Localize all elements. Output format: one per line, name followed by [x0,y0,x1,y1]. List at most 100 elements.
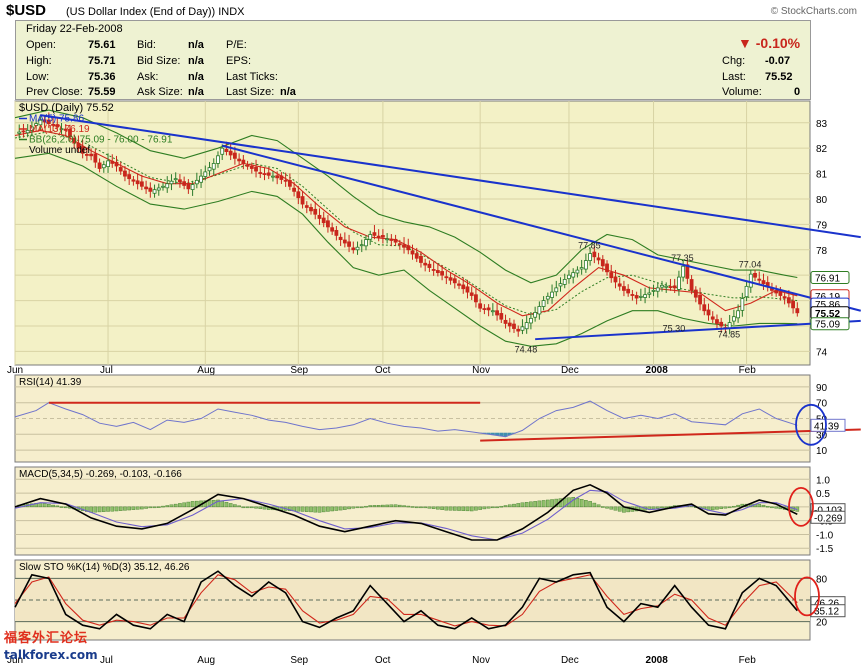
candle-body [127,174,132,180]
macd-histogram-bar [537,500,542,508]
macd-histogram-bar [613,506,618,511]
macd-histogram-bar [233,504,237,508]
macd-y-tick: -1.0 [816,530,834,541]
candle-body [778,291,783,296]
macd-histogram-bar [541,500,546,508]
candle-body [275,175,280,179]
macd-histogram-bar [42,503,47,508]
price-annotation: 74.48 [515,345,538,355]
candle-body [435,270,440,274]
candle-body [681,265,686,278]
macd-histogram-bar [533,501,537,508]
macd-histogram-bar [491,506,495,509]
candle-body [550,291,554,298]
candle-body [279,175,284,180]
sto-y-tick: 20 [816,618,828,629]
macd-histogram-bar [51,504,55,508]
price-y-tick: 81 [816,170,828,181]
macd-histogram-bar [617,506,622,512]
macd-histogram-bar [296,506,301,512]
macd-histogram-bar [406,505,411,508]
rsi-y-tick: 70 [816,399,828,410]
macd-histogram-bar [571,497,575,508]
macd-histogram-bar [351,506,356,509]
candle-body [330,227,335,232]
macd-histogram-bar [423,506,427,509]
macd-histogram-bar [512,503,516,508]
candle-body [283,179,288,182]
candle-body [266,172,271,176]
candle-body [469,292,474,296]
macd-histogram-bar [334,506,339,511]
candle-body [689,279,694,291]
macd-histogram-bar [727,506,732,509]
candle-body [169,180,174,185]
macd-histogram-bar [499,505,504,508]
candle-body [706,309,711,316]
candle-body [583,260,588,270]
macd-histogram-bar [359,506,364,509]
candle-body [292,187,296,192]
candle-body [190,184,195,190]
macd-histogram-bar [588,501,592,508]
macd-histogram-bar [152,506,157,509]
candle-body [338,236,343,241]
macd-histogram-bar [651,506,656,510]
price-annotation: 74.85 [718,329,741,339]
candle-body [537,306,542,315]
candle-body [21,130,26,133]
candle-body [161,185,165,188]
candle-body [647,292,652,295]
price-tag-label: 76.91 [815,273,840,284]
macd-histogram-bar [224,502,229,508]
candle-body [228,150,233,156]
candle-body [757,278,762,281]
sto-tag-label: 35.12 [814,607,839,618]
x-axis-month-label: Dec [561,365,579,376]
candle-body [152,189,157,194]
candle-body [93,153,98,163]
candle-body [600,259,605,267]
macd-histogram-bar [123,506,127,511]
candle-body [254,166,258,172]
candle-body [131,179,136,182]
candle-body [114,161,119,167]
candle-body [731,316,736,322]
macd-histogram-bar [258,506,263,509]
candle-body [313,208,318,215]
price-annotation: 75.30 [663,324,686,334]
macd-histogram-bar [106,506,110,512]
candle-body [203,171,208,177]
x-axis-month-label-bottom: Nov [472,655,490,666]
candle-body [258,172,263,174]
candle-body [613,276,618,283]
macd-histogram-bar [93,506,98,513]
macd-histogram-bar [516,503,521,508]
macd-histogram-bar [368,505,373,508]
macd-histogram-bar [161,505,165,508]
candle-body [710,316,715,320]
candle-body [368,234,373,240]
macd-y-tick: 0.5 [816,489,830,500]
x-axis-month-label: Nov [472,365,490,376]
macd-histogram-bar [605,506,609,509]
candle-body [617,283,622,287]
macd-histogram-bar [440,506,444,510]
candle-body [186,183,191,190]
macd-histogram-bar [474,506,478,511]
candle-body [448,277,453,281]
macd-histogram-bar [173,503,178,508]
macd-histogram-bar [765,505,770,508]
candle-body [702,304,707,312]
candle-body [406,245,411,251]
candle-body [529,317,533,324]
macd-histogram-bar [579,499,584,508]
x-axis-month-label-bottom: Oct [375,655,391,666]
macd-histogram-bar [127,506,131,511]
candle-body [643,294,647,298]
candle-body [664,285,669,288]
macd-histogram-bar [732,505,736,508]
macd-histogram-bar [355,506,360,509]
candle-body [571,272,576,278]
macd-histogram-bar [436,506,440,510]
